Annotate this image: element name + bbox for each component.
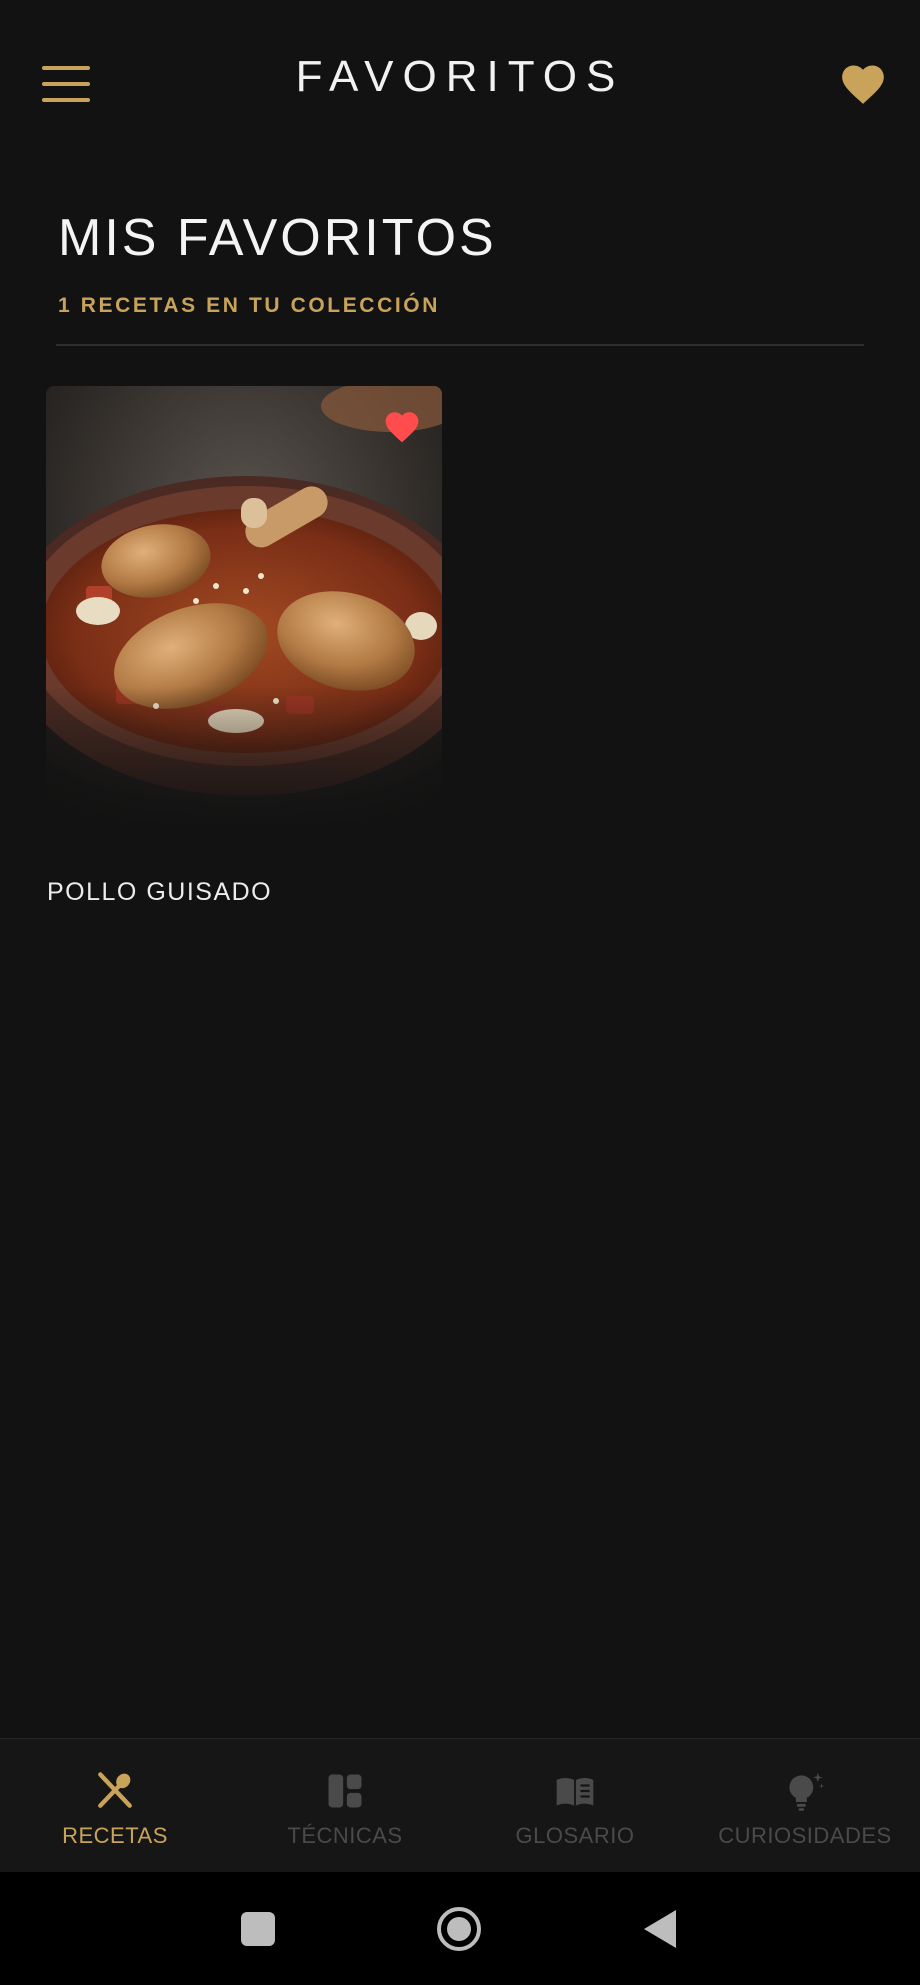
divider [56,344,864,346]
recipe-image [46,386,442,834]
collection-count: 1 RECETAS EN TU COLECCIÓN [58,294,440,317]
bottom-navigation: RECETAS TÉCNICAS GLOSARIO CURIOSIDADES [0,1738,920,1873]
heart-icon[interactable] [838,60,888,106]
home-circle-icon[interactable] [434,1904,484,1954]
back-triangle-icon[interactable] [636,1904,686,1954]
top-app-bar: FAVORITOS [0,0,920,165]
nav-item-recetas[interactable]: RECETAS [0,1739,230,1873]
fork-spoon-icon [98,1772,132,1808]
nav-item-tecnicas[interactable]: TÉCNICAS [230,1739,460,1873]
recipe-card[interactable]: POLLO GUISADO [46,386,442,916]
nav-item-glosario[interactable]: GLOSARIO [460,1739,690,1873]
nav-label-tecnicas: TÉCNICAS [287,1823,403,1848]
book-icon [556,1777,594,1806]
layout-grid-icon [328,1774,362,1808]
nav-item-curiosidades[interactable]: CURIOSIDADES [690,1739,920,1873]
nav-label-recetas: RECETAS [62,1823,168,1848]
recents-square-icon[interactable] [233,1904,283,1954]
lightbulb-icon [789,1772,824,1811]
nav-label-curiosidades: CURIOSIDADES [718,1823,892,1848]
favorite-heart-icon[interactable] [382,408,422,444]
system-navigation-bar [0,1872,920,1985]
app-bar-title: FAVORITOS [295,52,625,101]
recipe-title: POLLO GUISADO [47,878,273,906]
favorites-screen: FAVORITOS MIS FAVORITOS 1 RECETAS EN TU … [0,0,920,1985]
nav-label-glosario: GLOSARIO [515,1823,635,1848]
page-title: MIS FAVORITOS [58,209,497,267]
